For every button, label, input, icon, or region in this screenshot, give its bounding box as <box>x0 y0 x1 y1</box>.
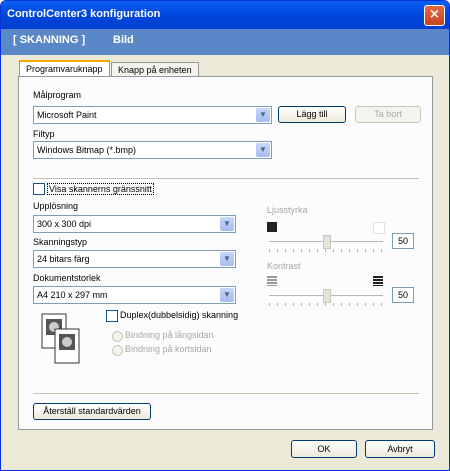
binding-long-radio[interactable] <box>112 331 123 342</box>
remove-button[interactable]: Ta bort <box>355 106 421 123</box>
contrast-label: Kontrast <box>267 261 301 271</box>
dropdown-arrow-icon[interactable]: ▼ <box>256 108 270 122</box>
dropdown-arrow-icon[interactable]: ▼ <box>220 288 234 302</box>
binding-short-label[interactable]: Bindning på kortsidan <box>125 344 212 354</box>
section-header: [ SKANNING ] Bild <box>1 29 449 55</box>
scan-type-select[interactable]: 24 bitars färg ▼ <box>33 250 236 268</box>
section-title: [ SKANNING ] <box>13 34 86 46</box>
resolution-value: 300 x 300 dpi <box>37 219 92 229</box>
separator <box>33 393 419 394</box>
target-app-select[interactable]: Microsoft Paint ▼ <box>33 106 272 124</box>
brightness-value[interactable]: 50 <box>392 233 414 249</box>
contrast-low-icon <box>267 276 277 286</box>
restore-defaults-button[interactable]: Återställ standardvärden <box>33 403 151 420</box>
subsection-title: Bild <box>113 34 134 46</box>
tab-panel: Målprogram Microsoft Paint ▼ Lägg till T… <box>18 76 433 430</box>
binding-short-radio[interactable] <box>112 345 123 356</box>
brightness-label: Ljusstyrka <box>267 205 308 215</box>
close-button[interactable]: × <box>424 5 445 26</box>
ok-button[interactable]: OK <box>291 440 357 458</box>
target-app-label: Målprogram <box>33 90 82 100</box>
contrast-slider-thumb[interactable] <box>323 289 331 303</box>
contrast-ticks <box>269 303 383 306</box>
filetype-label: Filtyp <box>33 129 55 139</box>
window-title: ControlCenter3 konfiguration <box>7 8 161 20</box>
brightness-slider-thumb[interactable] <box>323 235 331 249</box>
resolution-label: Upplösning <box>33 201 79 211</box>
tab-device-button[interactable]: Knapp på enheten <box>111 62 199 77</box>
doc-size-label: Dokumentstorlek <box>33 273 101 283</box>
add-button[interactable]: Lägg till <box>278 106 346 123</box>
duplex-checkbox[interactable] <box>106 310 118 322</box>
duplex-label[interactable]: Duplex(dubbelsidig) skanning <box>120 310 238 320</box>
duplex-pages-icon <box>41 313 81 365</box>
resolution-select[interactable]: 300 x 300 dpi ▼ <box>33 215 236 233</box>
title-bar[interactable]: ControlCenter3 konfiguration × <box>1 1 449 29</box>
close-icon[interactable]: × <box>429 7 440 22</box>
brightness-ticks <box>269 249 383 252</box>
filetype-value: Windows Bitmap (*.bmp) <box>37 145 137 155</box>
doc-size-value: A4 210 x 297 mm <box>37 290 108 300</box>
dropdown-arrow-icon[interactable]: ▼ <box>256 143 270 157</box>
dialog-window: ControlCenter3 konfiguration × [ SKANNIN… <box>0 0 450 471</box>
doc-size-select[interactable]: A4 210 x 297 mm ▼ <box>33 286 236 304</box>
binding-long-label[interactable]: Bindning på långsidan <box>125 330 214 340</box>
contrast-value[interactable]: 50 <box>392 287 414 303</box>
filetype-select[interactable]: Windows Bitmap (*.bmp) ▼ <box>33 141 272 159</box>
show-scanner-ui-label[interactable]: Visa skannerns gränssnitt <box>47 183 154 195</box>
brightness-dark-icon <box>267 222 277 232</box>
dropdown-arrow-icon[interactable]: ▼ <box>220 252 234 266</box>
target-app-value: Microsoft Paint <box>37 110 97 120</box>
scan-type-label: Skanningstyp <box>33 237 88 247</box>
brightness-light-icon <box>373 222 385 234</box>
separator <box>33 178 419 179</box>
dropdown-arrow-icon[interactable]: ▼ <box>220 217 234 231</box>
show-scanner-ui-checkbox[interactable] <box>33 183 45 195</box>
contrast-high-icon <box>373 276 383 286</box>
cancel-button[interactable]: Avbryt <box>365 440 435 458</box>
scan-type-value: 24 bitars färg <box>37 254 90 264</box>
